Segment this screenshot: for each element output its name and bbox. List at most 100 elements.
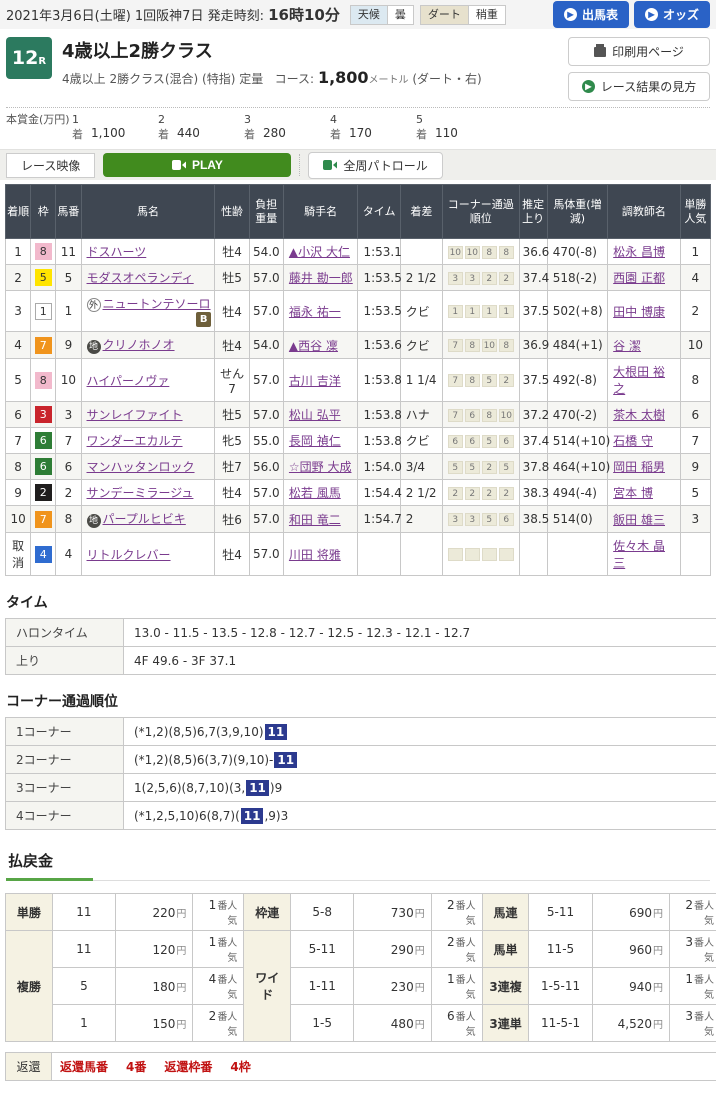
amount-value: 730 [391,906,414,920]
trainer-link[interactable]: 茶木 太樹 [613,408,665,422]
trainer-cell: 松永 昌博 [608,239,681,265]
trainer-link[interactable]: 谷 潔 [613,339,641,353]
guide-button-label: レース結果の見方 [601,78,696,95]
time: 1:54.7 [358,506,400,533]
horse-number: 5 [56,265,81,291]
trifecta-popularity: 3番人気 [670,1005,716,1042]
horse-number: 2 [56,480,81,506]
wide-popularity: 2番人気 [431,931,482,968]
horse-name-cell: 地パープルヒビキ [81,506,215,533]
horse-name-link[interactable]: サンデーミラージュ [87,486,194,500]
trifecta-amount: 4,520円 [592,1005,669,1042]
trainer-link[interactable]: 大根田 裕之 [613,365,665,396]
trio-combo: 1-5-11 [529,968,592,1005]
jockey-link[interactable]: 松若 風馬 [289,486,341,500]
jockey-link[interactable]: 福永 祐一 [289,305,341,319]
jockey-link[interactable]: ▲西谷 凜 [289,339,338,353]
play-video-button[interactable]: PLAY [103,153,291,177]
results-guide-button[interactable]: ▶ レース結果の見方 [568,72,710,101]
prize-item-1: 1 着1,100 [72,113,158,142]
trainer-link[interactable]: 飯田 雄三 [613,513,665,527]
payout-title-text: 払戻金 [6,850,93,881]
sex-age: せん7 [215,359,249,402]
trainer-cell: 佐々木 晶三 [608,533,681,576]
corner-pass: 2 [499,374,514,387]
finish-position: 10 [6,506,31,533]
yen-unit: 円 [415,909,425,920]
horse-name-link[interactable]: ニュートンテソーロ [103,297,211,311]
jockey-cell: 長岡 禎仁 [283,428,358,454]
margin: 2 [400,506,442,533]
pop-value: 1 [209,898,217,912]
trainer-link[interactable]: 岡田 稲男 [613,460,665,474]
ninki-suffix: 番人気 [694,1012,714,1038]
horse-name-link[interactable]: ハイパーノヴァ [87,374,170,388]
finish-position: 5 [6,359,31,402]
time-section-title: タイム [6,592,710,612]
jockey-link[interactable]: 和田 竜二 [289,513,341,527]
jockey-link[interactable]: 松山 弘平 [289,408,341,422]
body-weight: 492(-8) [547,359,607,402]
estimated-agari: 37.2 [519,402,547,428]
exacta-combo: 11-5 [529,931,592,968]
race-number-badge: 12R [6,37,52,79]
trainer-link[interactable]: 佐々木 晶三 [613,539,665,570]
win-popularity [680,533,710,576]
win-popularity: 4 [680,265,710,291]
load-weight: 57.0 [249,402,283,428]
result-row-5: 5 8 10 ハイパーノヴァ せん7 57.0 古川 吉洋 1:53.8 1 1… [6,359,711,402]
horse-name-link[interactable]: マンハッタンロック [87,460,195,474]
wide-amount: 290円 [354,931,431,968]
horse-name-link[interactable]: ワンダーエカルテ [87,434,183,448]
agari-value: 4F 49.6 - 3F 37.1 [124,647,716,675]
entries-button[interactable]: ▶ 出馬表 [553,1,629,28]
estimated-agari: 37.5 [519,291,547,332]
frame-cell: 8 [31,359,56,402]
horse-name-link[interactable]: パープルヒビキ [103,512,186,526]
trainer-link[interactable]: 田中 博康 [613,305,665,319]
horse-name-link[interactable]: ドスハーツ [87,245,147,259]
refund-horse-label: 返還馬番 [60,1060,108,1074]
jockey-link[interactable]: 古川 吉洋 [289,374,341,388]
jockey-link[interactable]: 藤井 勘一郎 [289,271,353,285]
corner-label: 2コーナー [6,746,124,774]
result-row-7: 7 6 7 ワンダーエカルテ 牝5 55.0 長岡 禎仁 1:53.8 クビ 6… [6,428,711,454]
trainer-link[interactable]: 西園 正都 [613,271,665,285]
results-section: 着順 枠 馬番 馬名 性齢 負担重量 騎手名 タイム 着差 コーナー通過順位 推… [0,180,716,576]
corner-pass: 1 [482,305,497,318]
horse-name-link[interactable]: サンレイファイト [87,408,183,422]
col-header-margin: 着差 [400,185,442,239]
trainer-link[interactable]: 宮本 博 [613,486,653,500]
prize-amount: 280 [263,126,286,142]
frame-number: 7 [35,337,52,354]
horse-name-link[interactable]: クリノホノオ [103,338,175,352]
quinella-amount: 690円 [592,894,669,931]
corner-pass: 2 [482,461,497,474]
frame-cell: 1 [31,291,56,332]
result-row-9: 9 2 2 サンデーミラージュ 牡4 57.0 松若 風馬 1:54.4 2 1… [6,480,711,506]
col-header-finish: 着順 [6,185,31,239]
odds-button[interactable]: ▶ オッズ [634,1,710,28]
ninki-suffix: 番人気 [217,901,237,927]
finish-position: 9 [6,480,31,506]
trainer-link[interactable]: 松永 昌博 [613,245,665,259]
patrol-video-button[interactable]: 全周パトロール [308,152,442,179]
corner-pass: 1 [465,305,480,318]
horse-name-link[interactable]: リトルクレバー [87,548,171,562]
print-page-button[interactable]: 印刷用ページ [568,37,710,66]
horse-name-link[interactable]: モダスオペランディ [87,271,194,285]
furlong-time-value: 13.0 - 11.5 - 13.5 - 12.8 - 12.7 - 12.5 … [124,619,716,647]
horse-name-cell: リトルクレバー [81,533,215,576]
jockey-link[interactable]: 川田 将雅 [289,548,341,562]
jockey-link[interactable]: 長岡 禎仁 [289,434,341,448]
margin: 3/4 [400,454,442,480]
jockey-link[interactable]: ▲小沢 大仁 [289,245,350,259]
local-horse-mark: 地 [87,340,101,354]
jockey-link[interactable]: ☆団野 大成 [289,460,352,474]
frame-cell: 6 [31,428,56,454]
estimated-agari: 37.8 [519,454,547,480]
furlong-time-label: ハロンタイム [6,619,124,647]
result-row-2: 2 5 5 モダスオペランディ 牡5 57.0 藤井 勘一郎 1:53.5 2 … [6,265,711,291]
trainer-link[interactable]: 石橋 守 [613,434,653,448]
sex-age: 牡5 [215,402,249,428]
